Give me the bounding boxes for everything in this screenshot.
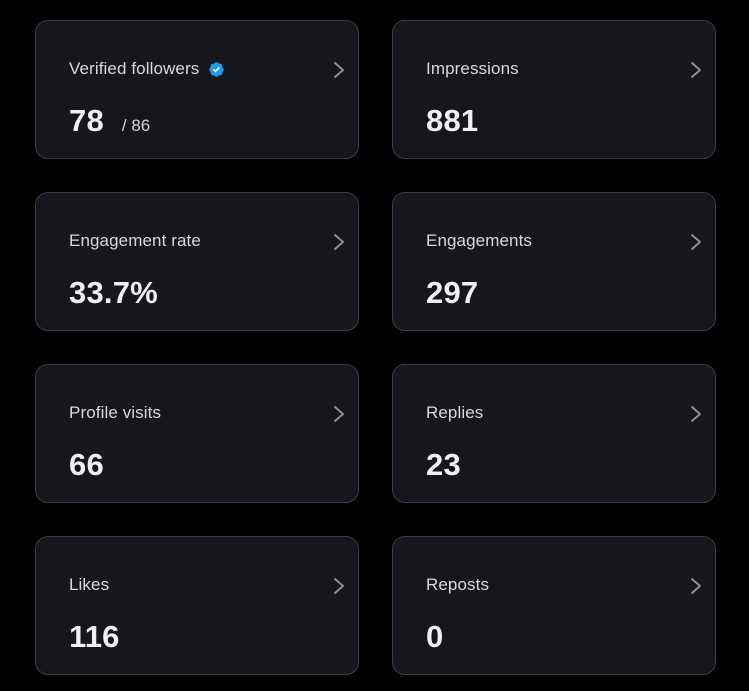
chevron-right-icon (691, 234, 701, 250)
card-label: Engagement rate (69, 231, 201, 250)
card-label: Reposts (426, 575, 490, 594)
card-label: Profile visits (69, 403, 162, 422)
card-likes[interactable]: Likes 116 (35, 536, 359, 675)
card-reposts[interactable]: Reposts 0 (392, 536, 716, 675)
card-replies[interactable]: Replies 23 (392, 364, 716, 503)
chevron-right-icon (691, 578, 701, 594)
card-value: 33.7% (69, 275, 158, 310)
card-engagements[interactable]: Engagements 297 (392, 192, 716, 331)
card-label-wrap: Verified followers (69, 59, 225, 79)
card-label: Likes (69, 575, 110, 594)
value-row: 66 (69, 447, 104, 483)
chevron-right-icon (334, 234, 344, 250)
card-profile-visits[interactable]: Profile visits 66 (35, 364, 359, 503)
card-value: 78 (69, 103, 104, 138)
card-value: 297 (426, 275, 479, 310)
card-verified-followers[interactable]: Verified followers 78 / 86 (35, 20, 359, 159)
value-row: 881 (426, 103, 478, 139)
value-row: 23 (426, 447, 461, 483)
card-label: Engagements (426, 231, 533, 250)
chevron-right-icon (691, 62, 701, 78)
card-value: 881 (426, 103, 479, 138)
card-value: 116 (69, 619, 120, 654)
analytics-grid: Verified followers 78 / 86 Impressions 8… (0, 0, 749, 691)
chevron-right-icon (691, 406, 701, 422)
chevron-right-icon (334, 62, 344, 78)
card-value: 23 (426, 447, 461, 482)
value-row: 78 / 86 (69, 103, 150, 139)
value-row: 0 (426, 619, 443, 655)
card-impressions[interactable]: Impressions 881 (392, 20, 716, 159)
card-label: Replies (426, 403, 484, 422)
verified-badge-icon (209, 61, 225, 77)
card-value: 0 (426, 619, 444, 654)
card-engagement-rate[interactable]: Engagement rate 33.7% (35, 192, 359, 331)
card-label: Verified followers (69, 59, 200, 78)
card-subvalue: / 86 (121, 116, 151, 135)
value-row: 33.7% (69, 275, 158, 311)
card-value: 66 (69, 447, 104, 482)
chevron-right-icon (334, 578, 344, 594)
chevron-right-icon (334, 406, 344, 422)
value-row: 297 (426, 275, 478, 311)
card-label: Impressions (426, 59, 519, 78)
value-row: 116 (69, 619, 120, 655)
